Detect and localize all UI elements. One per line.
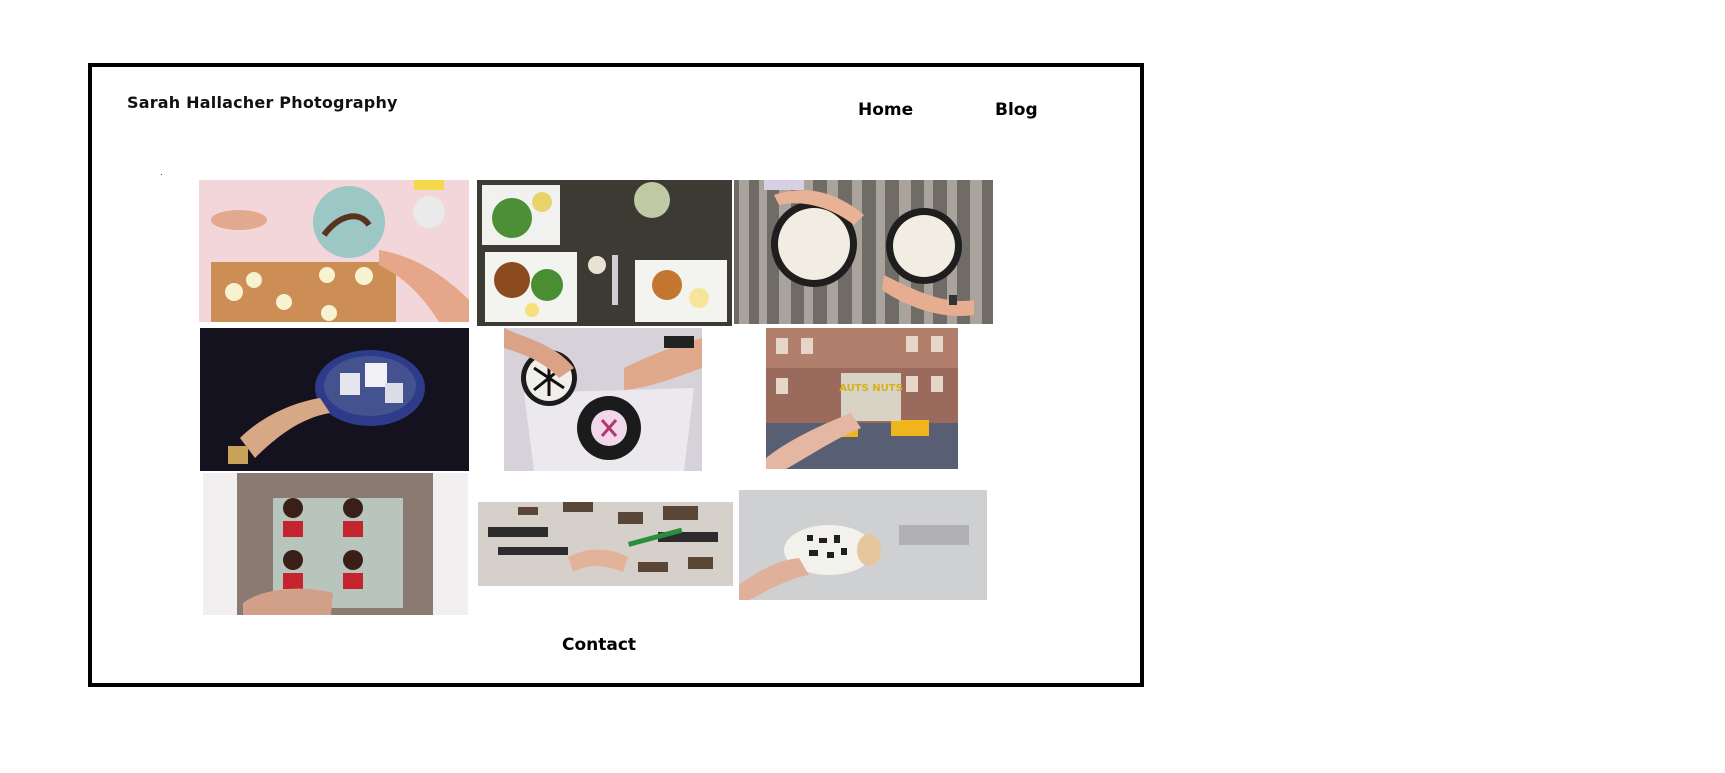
photo-portrait-prints[interactable] xyxy=(203,473,468,615)
site-title[interactable]: Sarah Hallacher Photography xyxy=(127,93,398,112)
nav-home-link[interactable]: Home xyxy=(858,100,913,120)
nav-blog-link[interactable]: Blog xyxy=(995,100,1038,120)
photo-nyc-street-sandwich[interactable]: AUTS NUTS xyxy=(766,328,958,469)
photo-crafting-table[interactable] xyxy=(478,502,733,586)
photo-marshmallow-mug[interactable] xyxy=(200,328,469,471)
sign-text: AUTS NUTS xyxy=(839,383,903,394)
photo-dinner-table[interactable] xyxy=(477,180,732,326)
photo-hand-holding-egg[interactable] xyxy=(739,490,987,600)
photo-cooking-cucumbers[interactable] xyxy=(199,180,469,322)
stray-dot xyxy=(161,174,162,175)
contact-link[interactable]: Contact xyxy=(562,635,636,655)
photo-coffee-cups[interactable] xyxy=(734,180,993,324)
photo-decorated-cookies[interactable] xyxy=(504,328,702,471)
